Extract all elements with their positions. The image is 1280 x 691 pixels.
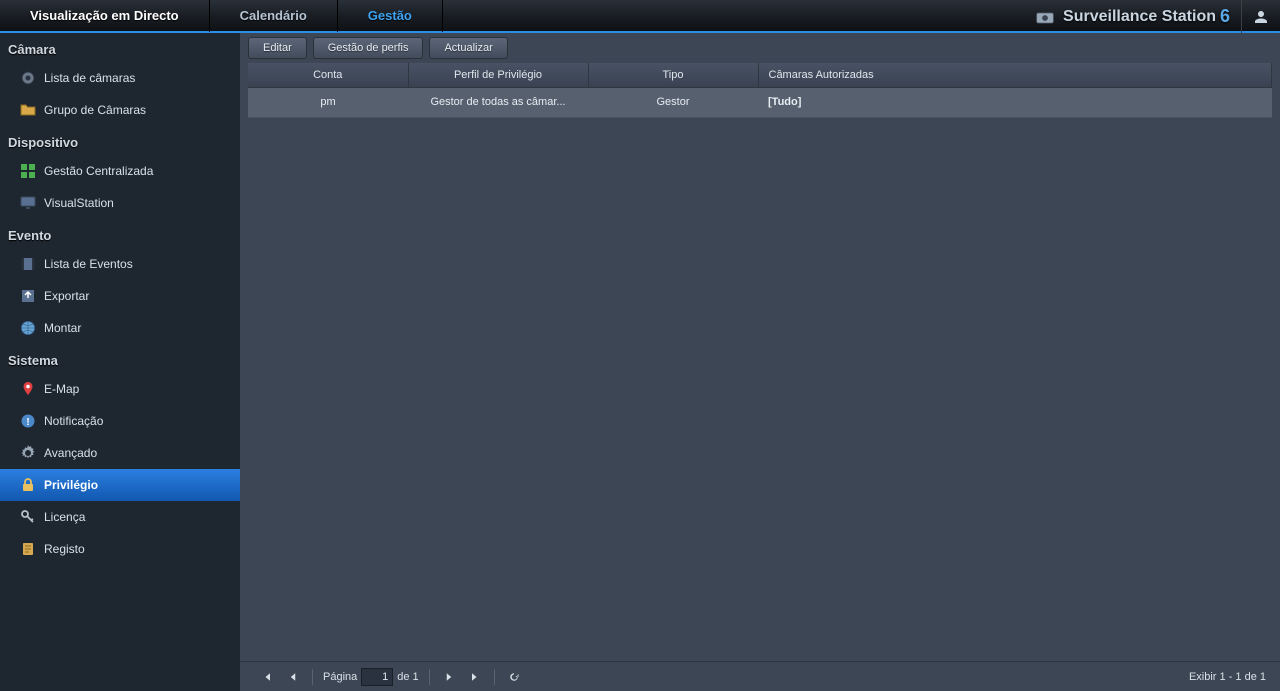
table-row[interactable]: pm Gestor de todas as câmar... Gestor [T… [248,87,1272,117]
divider [494,669,495,685]
brand-icon [1035,8,1055,26]
next-page-button[interactable] [439,667,459,687]
col-account[interactable]: Conta [248,63,408,87]
sidebar-item-export[interactable]: Exportar [0,280,240,312]
sidebar-item-event-list[interactable]: Lista de Eventos [0,248,240,280]
cell-type: Gestor [588,87,758,117]
section-camera: Câmara [0,33,240,62]
display-info: Exibir 1 - 1 de 1 [1189,671,1266,683]
pager: Página de 1 Exibir 1 - 1 de 1 [240,661,1280,691]
sidebar-item-label: Registo [44,542,85,556]
export-icon [20,288,36,304]
tab-calendar[interactable]: Calendário [210,0,338,32]
first-page-button[interactable] [257,667,277,687]
sidebar-item-label: E-Map [44,382,79,396]
sidebar-item-emap[interactable]: E-Map [0,373,240,405]
section-device: Dispositivo [0,126,240,155]
brand-version: 6 [1220,6,1230,27]
sidebar-item-advanced[interactable]: Avançado [0,437,240,469]
sidebar-item-label: Licença [44,510,85,524]
log-icon [20,541,36,557]
col-profile[interactable]: Perfil de Privilégio [408,63,588,87]
pin-icon [20,381,36,397]
sidebar-item-license[interactable]: Licença [0,501,240,533]
sidebar-item-label: Avançado [44,446,97,460]
divider [429,669,430,685]
sidebar-item-central[interactable]: Gestão Centralizada [0,155,240,187]
sidebar-item-label: Gestão Centralizada [44,164,153,178]
camera-icon [20,70,36,86]
grid-icon [20,163,36,179]
sidebar-item-visualstation[interactable]: VisualStation [0,187,240,219]
svg-text:!: ! [26,417,29,428]
cell-cameras: [Tudo] [758,87,1272,117]
cell-profile: Gestor de todas as câmar... [408,87,588,117]
prev-page-button[interactable] [283,667,303,687]
last-page-button[interactable] [465,667,485,687]
content-area: Editar Gestão de perfis Actualizar Conta… [240,33,1280,691]
sidebar-item-privilege[interactable]: Privilégio [0,469,240,501]
brand: Surveillance Station 6 [1035,0,1230,33]
sidebar-item-label: Grupo de Câmaras [44,103,146,117]
col-cameras[interactable]: Câmaras Autorizadas [758,63,1272,87]
table-wrapper: Conta Perfil de Privilégio Tipo Câmaras … [248,63,1272,661]
sidebar-item-label: Notificação [44,414,103,428]
reload-button[interactable] [504,667,524,687]
sidebar-item-camera-group[interactable]: Grupo de Câmaras [0,94,240,126]
privilege-table: Conta Perfil de Privilégio Tipo Câmaras … [248,63,1272,118]
folder-icon [20,102,36,118]
alert-icon: ! [20,413,36,429]
sidebar-item-label: Exportar [44,289,89,303]
sidebar-item-log[interactable]: Registo [0,533,240,565]
sidebar-item-label: Lista de câmaras [44,71,135,85]
sidebar-item-label: Privilégio [44,478,98,492]
page-label: Página [323,671,357,683]
toolbar: Editar Gestão de perfis Actualizar [240,33,1280,63]
tab-management[interactable]: Gestão [338,0,443,32]
gear-icon [20,445,36,461]
cell-account: pm [248,87,408,117]
monitor-icon [20,195,36,211]
top-nav: Visualização em Directo Calendário Gestã… [0,0,1280,33]
lock-icon [20,477,36,493]
refresh-button[interactable]: Actualizar [429,37,507,59]
film-icon [20,256,36,272]
sidebar-item-label: Lista de Eventos [44,257,133,271]
sidebar-item-mount[interactable]: Montar [0,312,240,344]
col-type[interactable]: Tipo [588,63,758,87]
user-menu[interactable] [1241,0,1270,33]
page-input[interactable] [361,668,393,686]
divider [312,669,313,685]
brand-label: Surveillance Station [1063,8,1216,26]
sidebar: Câmara Lista de câmaras Grupo de Câmaras… [0,33,240,691]
tab-live[interactable]: Visualização em Directo [0,0,210,32]
section-event: Evento [0,219,240,248]
sidebar-item-camera-list[interactable]: Lista de câmaras [0,62,240,94]
sidebar-item-label: Montar [44,321,81,335]
globe-icon [20,320,36,336]
user-icon [1252,8,1270,26]
key-icon [20,509,36,525]
sidebar-item-label: VisualStation [44,196,114,210]
edit-button[interactable]: Editar [248,37,307,59]
profiles-button[interactable]: Gestão de perfis [313,37,424,59]
sidebar-item-notification[interactable]: ! Notificação [0,405,240,437]
of-label: de 1 [397,671,418,683]
section-system: Sistema [0,344,240,373]
